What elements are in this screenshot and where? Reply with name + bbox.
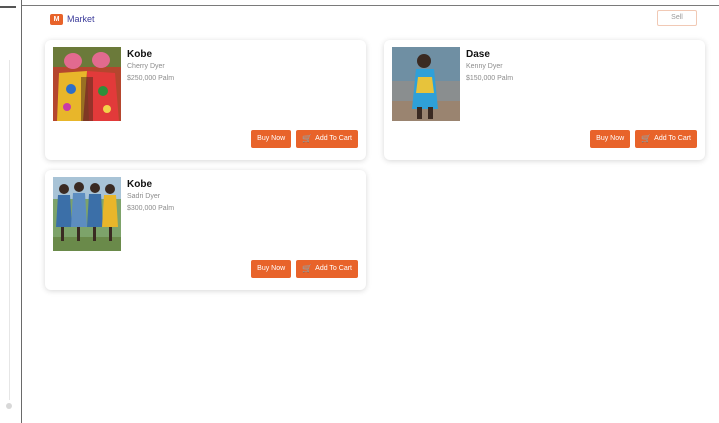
product-card[interactable]: Dase Kenny Dyer $150,000 Palm Buy Now 🛒 … [384, 40, 705, 160]
brand[interactable]: M Market [50, 12, 95, 26]
product-price: $150,000 Palm [466, 75, 514, 82]
cart-icon: 🛒 [302, 134, 313, 143]
product-photo[interactable] [53, 177, 121, 251]
buy-now-button[interactable]: Buy Now [251, 130, 292, 148]
add-to-cart-label: Add To Cart [315, 135, 352, 142]
add-to-cart-button[interactable]: 🛒 Add To Cart [296, 260, 358, 278]
product-detail: Kenny Dyer [466, 63, 503, 70]
cart-icon: 🛒 [641, 134, 652, 143]
buy-now-button[interactable]: Buy Now [590, 130, 631, 148]
add-to-cart-button[interactable]: 🛒 Add To Cart [296, 130, 358, 148]
product-name: Kobe [127, 49, 152, 60]
add-to-cart-label: Add To Cart [654, 135, 691, 142]
rail-divider [9, 60, 10, 400]
product-detail: Sadri Dyer [127, 193, 161, 200]
product-name: Kobe [127, 179, 152, 190]
product-detail: Cherry Dyer [127, 63, 165, 70]
add-to-cart-label: Add To Cart [315, 265, 352, 272]
product-card[interactable]: Kobe Sadri Dyer $300,000 Palm Buy Now 🛒 … [45, 170, 366, 290]
product-photo[interactable] [53, 47, 121, 121]
product-price: $250,000 Palm [127, 75, 175, 82]
market-icon: M [50, 13, 63, 25]
top-divider [22, 5, 719, 6]
product-name: Dase [466, 49, 490, 60]
rail-handle[interactable] [0, 6, 16, 8]
sell-button[interactable]: Sell [657, 10, 697, 26]
product-card[interactable]: Kobe Cherry Dyer $250,000 Palm Buy Now 🛒… [45, 40, 366, 160]
product-price: $300,000 Palm [127, 205, 175, 212]
add-to-cart-button[interactable]: 🛒 Add To Cart [635, 130, 697, 148]
left-rail [0, 0, 22, 423]
cart-icon: 🛒 [302, 264, 313, 273]
brand-label: Market [67, 14, 95, 24]
buy-now-button[interactable]: Buy Now [251, 260, 292, 278]
product-photo[interactable] [392, 47, 460, 121]
rail-indicator [6, 403, 12, 409]
